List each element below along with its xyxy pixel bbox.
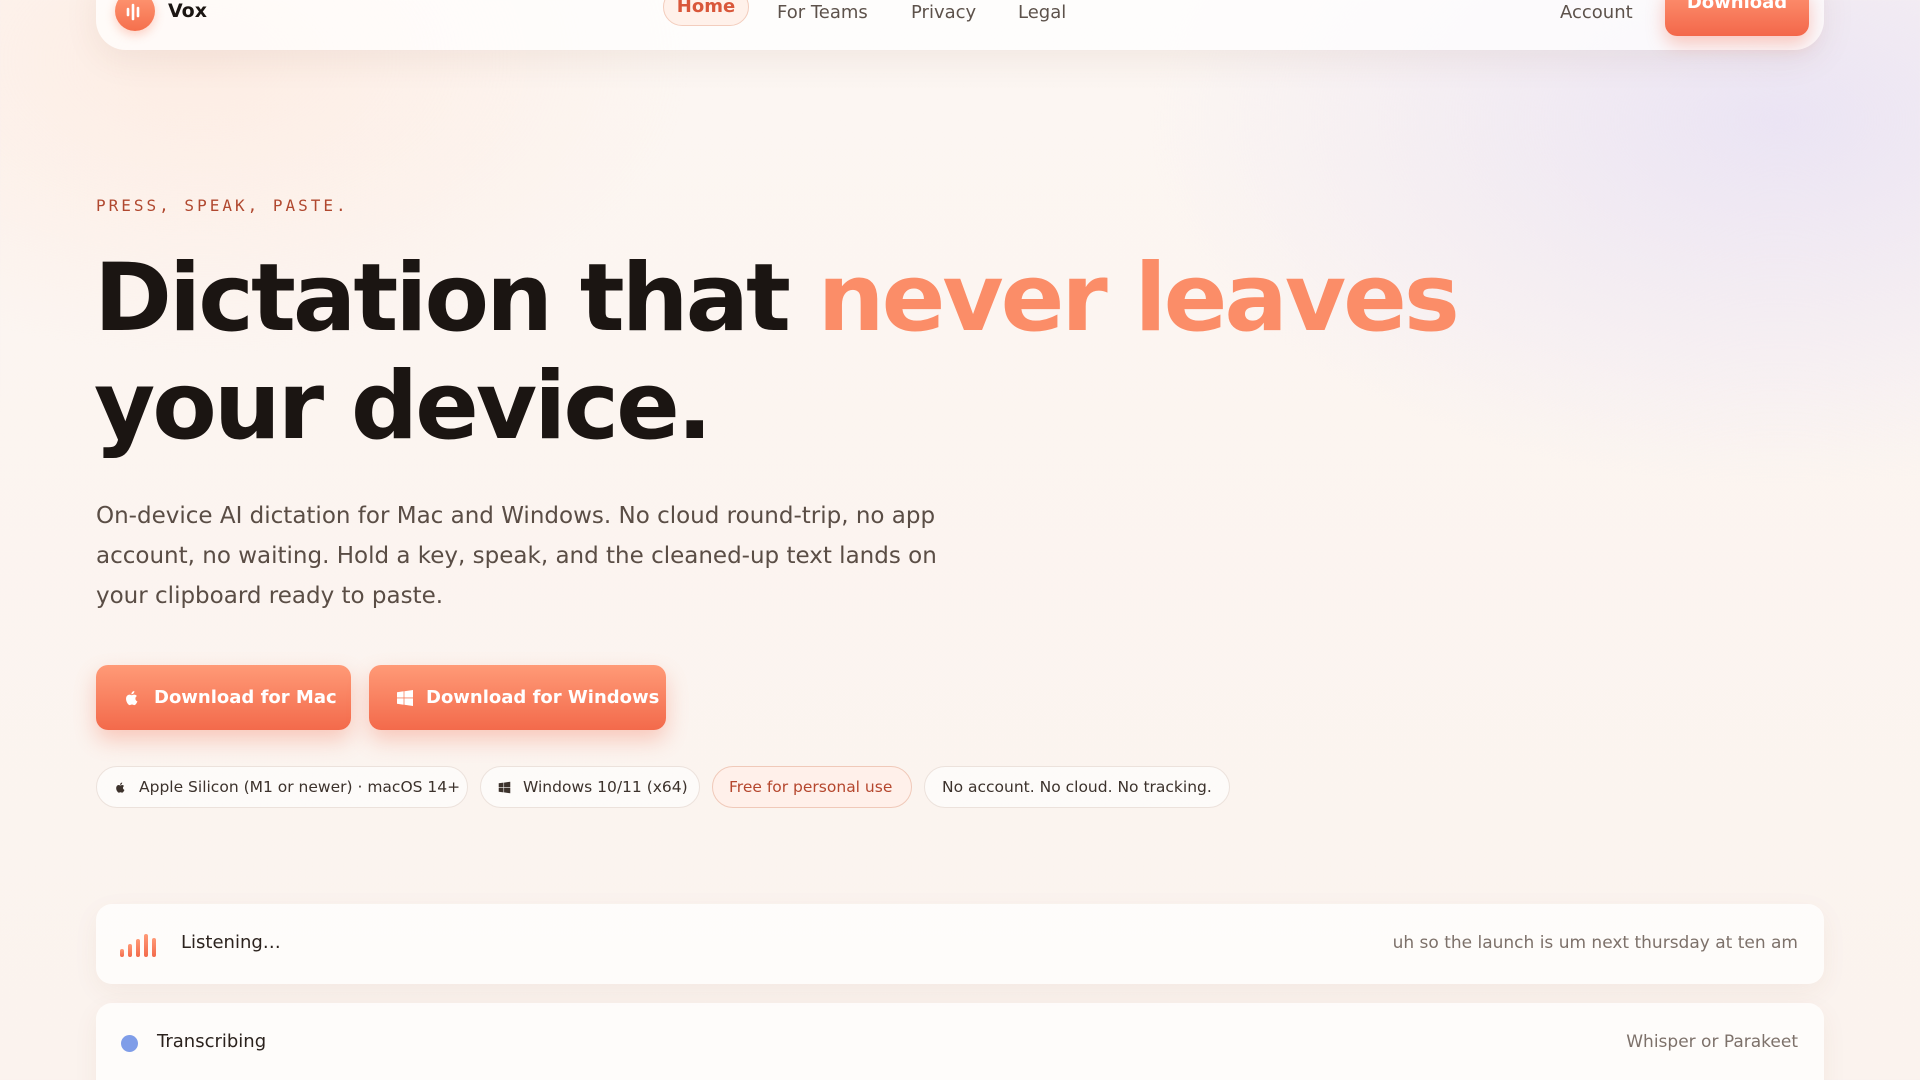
chip-free-personal: Free for personal use: [712, 766, 912, 808]
nav-link-privacy[interactable]: Privacy: [911, 2, 976, 23]
headline-part-2: your device.: [94, 352, 713, 461]
download-mac-label: Download for Mac: [154, 687, 337, 708]
apple-icon: [116, 782, 125, 793]
windows-icon: [498, 781, 511, 794]
account-link[interactable]: Account: [1560, 2, 1633, 23]
chip-windows-label: Windows 10/11 (x64): [523, 778, 688, 796]
audio-level-bar: [128, 944, 132, 957]
apple-icon: [126, 691, 138, 706]
chip-apple-label: Apple Silicon (M1 or newer) · macOS 14+: [139, 778, 461, 796]
brand-name[interactable]: Vox: [168, 0, 207, 22]
vox-logo-icon[interactable]: [115, 0, 155, 31]
hero-headline: Dictation that never leaves your device.: [94, 245, 1654, 461]
windows-icon: [397, 690, 413, 706]
hero-description: On-device AI dictation for Mac and Windo…: [96, 503, 937, 609]
download-mac-button[interactable]: Download for Mac: [96, 665, 351, 730]
audio-level-bar: [144, 934, 148, 957]
audio-level-bar: [120, 949, 124, 957]
headline-part-1: Dictation that: [94, 244, 818, 353]
nav-download-button[interactable]: Download: [1665, 0, 1809, 36]
status-dot-icon: [121, 1035, 138, 1052]
nav-link-home[interactable]: Home: [663, 0, 749, 26]
hero-eyebrow: PRESS, SPEAK, PASTE.: [96, 196, 349, 215]
listening-label: Listening…: [181, 932, 281, 953]
audio-level-icon: [120, 933, 162, 957]
headline-accent: never leaves: [817, 244, 1460, 353]
listening-transcript: uh so the launch is um next thursday at …: [1392, 933, 1798, 953]
download-windows-label: Download for Windows: [426, 687, 660, 708]
transcribing-card: Transcribing Whisper or Parakeet: [96, 1003, 1824, 1080]
download-windows-button[interactable]: Download for Windows: [369, 665, 666, 730]
transcribing-engine: Whisper or Parakeet: [1626, 1032, 1798, 1052]
nav-link-for-teams[interactable]: For Teams: [777, 2, 868, 23]
audio-level-bar: [152, 938, 156, 957]
listening-card: Listening… uh so the launch is um next t…: [96, 904, 1824, 984]
audio-level-bar: [136, 939, 140, 957]
chip-privacy: No account. No cloud. No tracking.: [924, 766, 1230, 808]
chip-windows-requirements: Windows 10/11 (x64): [480, 766, 700, 808]
chip-apple-requirements: Apple Silicon (M1 or newer) · macOS 14+: [96, 766, 468, 808]
nav-link-legal[interactable]: Legal: [1018, 2, 1066, 23]
transcribing-label: Transcribing: [157, 1031, 267, 1052]
top-nav: Vox Home For Teams Privacy Legal Account…: [96, 0, 1824, 50]
